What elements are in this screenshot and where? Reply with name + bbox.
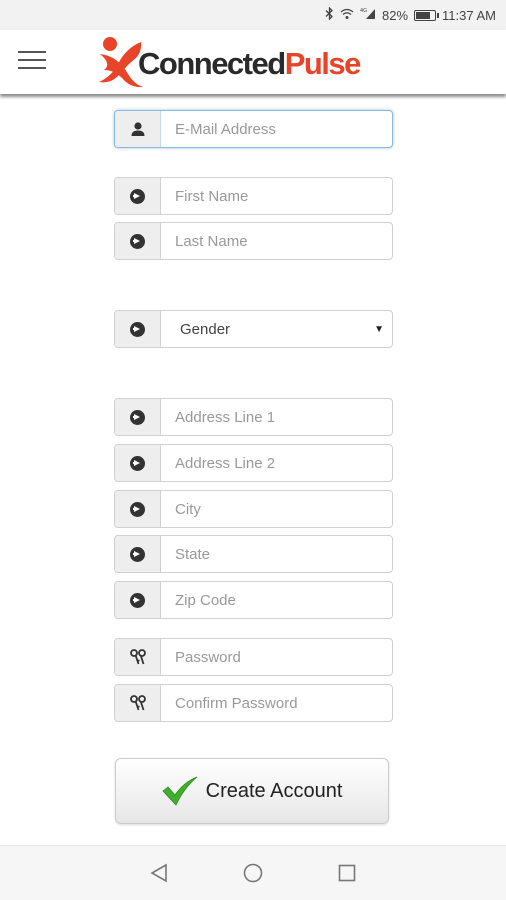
gender-select[interactable]: Gender ▼	[161, 311, 392, 347]
arrow-circle-icon	[130, 409, 145, 425]
first-name-addon	[115, 178, 161, 214]
password-addon	[115, 639, 161, 675]
address-line-2-field	[114, 444, 393, 482]
address-line-1-field	[114, 398, 393, 436]
bluetooth-icon	[325, 6, 334, 23]
dropdown-caret-icon: ▼	[374, 323, 384, 335]
4g-signal-icon: 4G	[360, 7, 376, 23]
home-circle-icon[interactable]	[243, 863, 263, 888]
status-icons: 4G 82% 11:37 AM	[325, 6, 496, 23]
address-line-1-addon	[115, 399, 161, 435]
back-triangle-icon[interactable]	[150, 863, 168, 888]
battery-percent: 82%	[382, 7, 409, 23]
arrow-circle-icon	[130, 592, 145, 608]
password-field	[114, 638, 393, 676]
user-icon	[131, 122, 144, 136]
checkmark-icon	[162, 776, 197, 806]
first-name-field	[114, 177, 393, 215]
arrow-circle-icon	[130, 455, 145, 471]
city-field	[114, 490, 393, 528]
create-account-label: Create Account	[205, 779, 343, 802]
gender-addon	[115, 311, 161, 347]
city-addon	[115, 491, 161, 527]
last-name-addon	[115, 223, 161, 259]
arrow-circle-icon	[130, 188, 145, 204]
zip-code-input[interactable]	[161, 582, 392, 618]
zip-code-field	[114, 581, 393, 619]
logo-text: ConnectedPulse	[138, 46, 361, 81]
arrow-circle-icon	[130, 321, 145, 337]
city-input[interactable]	[161, 491, 392, 527]
state-field	[114, 535, 393, 573]
confirm-password-input[interactable]	[161, 685, 392, 721]
system-nav-bar	[0, 845, 506, 900]
arrow-circle-icon	[130, 546, 145, 562]
state-input[interactable]	[161, 536, 392, 572]
arrow-circle-icon	[130, 233, 145, 249]
gender-selected-value: Gender	[180, 320, 231, 338]
create-account-button[interactable]: Create Account	[115, 758, 389, 824]
keys-icon	[129, 695, 146, 711]
app-bar: ConnectedPulse	[0, 30, 506, 94]
email-input[interactable]	[161, 111, 392, 147]
arrow-circle-icon	[130, 501, 145, 517]
hamburger-menu-icon[interactable]	[18, 51, 48, 73]
email-field	[114, 110, 393, 148]
confirm-password-addon	[115, 685, 161, 721]
address-line-1-input[interactable]	[161, 399, 392, 435]
svg-text:4G: 4G	[360, 8, 367, 14]
gender-field: Gender ▼	[114, 310, 393, 348]
password-input[interactable]	[161, 639, 392, 675]
zip-code-addon	[115, 582, 161, 618]
address-line-2-addon	[115, 445, 161, 481]
last-name-field	[114, 222, 393, 260]
clock: 11:37 AM	[442, 7, 496, 23]
address-line-2-input[interactable]	[161, 445, 392, 481]
keys-icon	[129, 649, 146, 665]
confirm-password-field	[114, 684, 393, 722]
wifi-icon	[340, 8, 354, 23]
email-addon	[115, 111, 161, 147]
status-bar: 4G 82% 11:37 AM	[0, 0, 506, 30]
battery-icon	[414, 9, 440, 21]
connectedpulse-logo: ConnectedPulse	[96, 30, 361, 94]
last-name-input[interactable]	[161, 223, 392, 259]
state-addon	[115, 536, 161, 572]
recents-square-icon[interactable]	[338, 863, 356, 888]
first-name-input[interactable]	[161, 178, 392, 214]
